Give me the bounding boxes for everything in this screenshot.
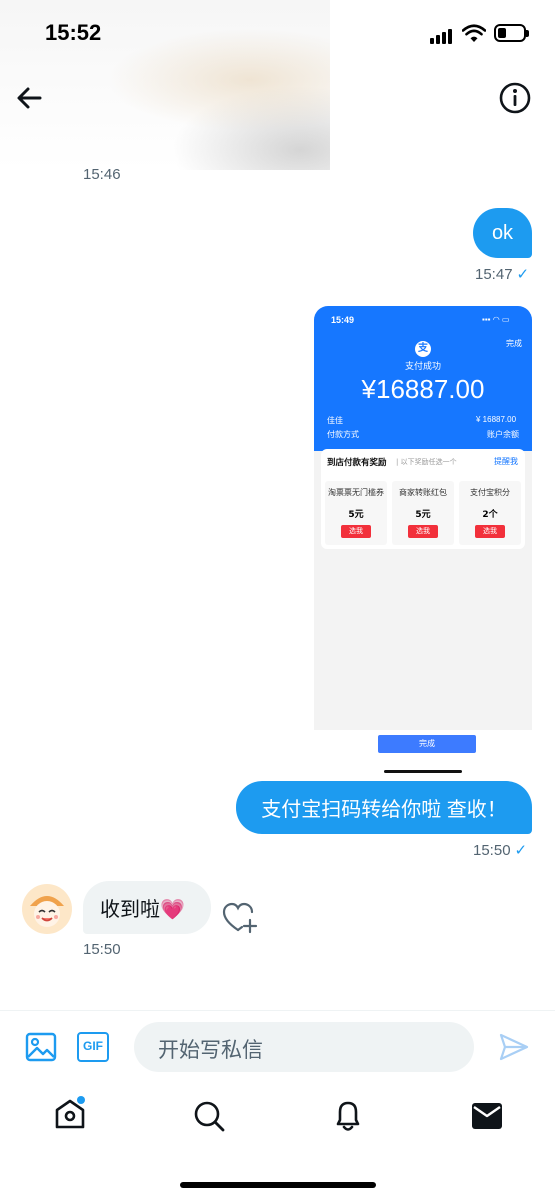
message-timestamp: 15:50 xyxy=(83,941,121,958)
info-circle-icon[interactable] xyxy=(497,80,533,116)
message-timestamp: 15:50 xyxy=(473,842,511,859)
image-status-time: 15:49 xyxy=(331,315,355,325)
message-text: ok xyxy=(491,221,514,244)
message-bubble-incoming[interactable]: 收到啦💗 xyxy=(83,881,211,934)
image-home-indicator xyxy=(384,770,462,773)
image-payer-amount: ¥ 16887.00 xyxy=(476,415,517,424)
image-reward-option: 商家转账红包 5元 选我 xyxy=(392,481,454,545)
arrow-left-icon[interactable] xyxy=(12,80,48,116)
image-balance-label: 账户余额 xyxy=(487,430,519,439)
read-check-icon: ✓ xyxy=(516,265,530,283)
image-reward-option: 淘票票无门槛券 5元 选我 xyxy=(325,481,387,545)
image-remind-link: 提醒我 xyxy=(494,457,518,466)
battery-icon xyxy=(494,24,529,42)
image-done-top: 完成 xyxy=(506,339,522,348)
read-check-icon: ✓ xyxy=(514,841,528,859)
image-icon[interactable] xyxy=(25,1031,57,1063)
send-icon[interactable] xyxy=(498,1031,530,1063)
message-meta: 15:47 ✓ xyxy=(475,264,529,283)
image-reward-card: 到店付款有奖励 | 以下奖励任选一个 提醒我 淘票票无门槛券 5元 选我 商家转… xyxy=(321,449,525,549)
image-success-label: 支付成功 xyxy=(404,361,441,371)
message-meta: 15:50 ✓ xyxy=(473,840,527,859)
image-reward-title: 到店付款有奖励 xyxy=(327,458,387,468)
image-reward-option: 支付宝积分 2个 选我 xyxy=(459,481,521,545)
message-text: 支付宝扫码转给你啦 查收！ xyxy=(261,799,507,821)
alipay-logo-icon: 支 xyxy=(415,341,431,357)
image-method-label: 付款方式 xyxy=(327,430,359,439)
image-done-button: 完成 xyxy=(378,735,476,753)
message-text: 收到啦💗 xyxy=(100,897,185,921)
wifi-icon xyxy=(462,24,486,42)
message-input-placeholder: 开始写私信 xyxy=(158,1038,263,1062)
signal-icon xyxy=(430,28,454,44)
composer-divider xyxy=(0,1010,555,1011)
message-timestamp: 15:46 xyxy=(83,166,121,183)
avatar[interactable] xyxy=(22,884,72,934)
image-reward-sub: | 以下奖励任选一个 xyxy=(396,458,457,466)
message-bubble-outgoing[interactable]: 支付宝扫码转给你啦 查收！ xyxy=(236,781,532,834)
home-indicator xyxy=(180,1182,376,1188)
message-bubble-outgoing[interactable]: ok xyxy=(473,208,532,258)
search-icon[interactable] xyxy=(193,1100,225,1132)
status-time: 15:52 xyxy=(45,20,102,45)
image-amount: ¥16887.00 xyxy=(361,374,485,404)
mail-icon[interactable] xyxy=(471,1102,503,1130)
message-image[interactable]: 15:49 ▪▪▪ ◠ ▭ 完成 支 支付成功 ¥16887.00 佳佳 ¥ 1… xyxy=(314,306,532,776)
gif-button[interactable]: GIF xyxy=(77,1032,109,1062)
image-payer: 佳佳 xyxy=(327,416,343,425)
message-timestamp: 15:47 xyxy=(475,266,513,283)
home-icon[interactable] xyxy=(53,1096,87,1132)
heart-add-icon[interactable] xyxy=(222,902,258,934)
bell-icon[interactable] xyxy=(333,1099,363,1133)
image-status-icons: ▪▪▪ ◠ ▭ xyxy=(482,315,510,324)
